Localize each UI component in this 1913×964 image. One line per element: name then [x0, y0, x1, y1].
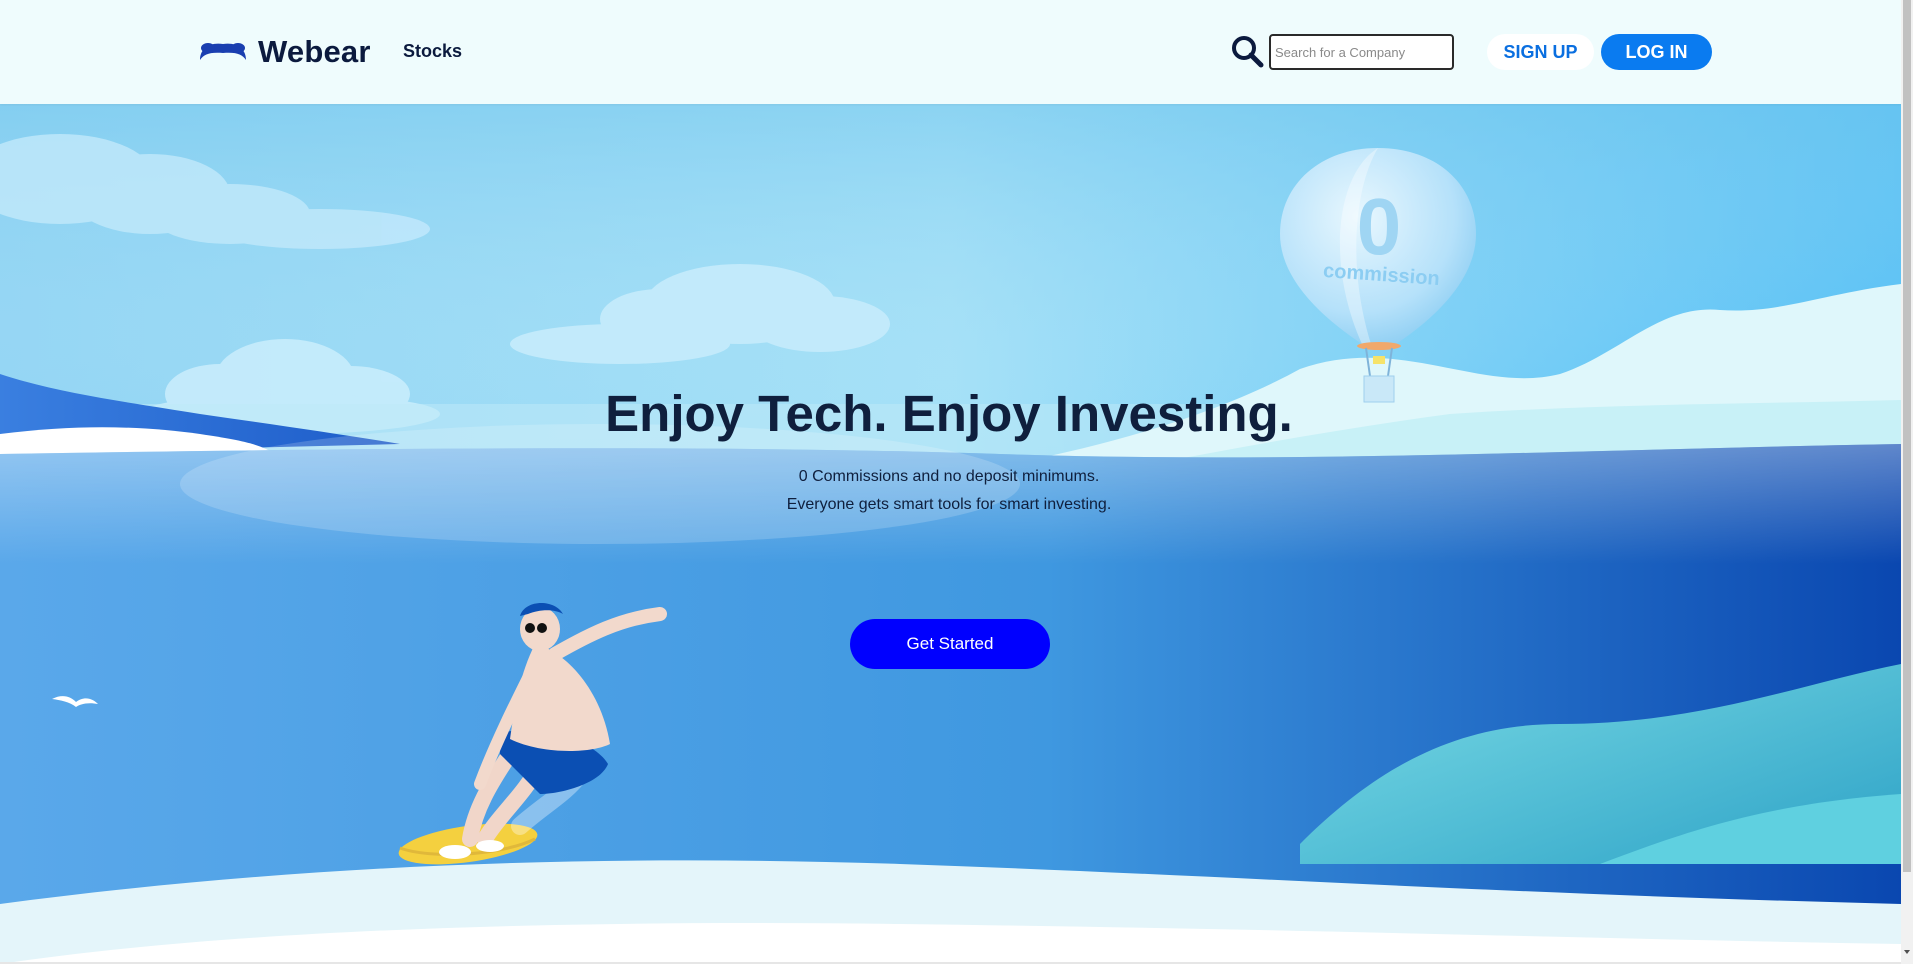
search-icon[interactable] — [1229, 33, 1265, 69]
log-in-button[interactable]: LOG IN — [1601, 34, 1712, 70]
bear-ears-logo-icon — [200, 43, 246, 60]
brand-logo-link[interactable]: Webear — [198, 34, 371, 70]
company-search-input[interactable] — [1269, 34, 1454, 70]
get-started-button[interactable]: Get Started — [850, 619, 1050, 669]
hero-subtitle-line-1: 0 Commissions and no deposit minimums. — [798, 468, 1100, 485]
hero-illustration — [0, 104, 1901, 964]
sign-up-button[interactable]: SIGN UP — [1487, 34, 1594, 70]
commission-balloon-illustration: 0 commission — [1280, 148, 1476, 403]
nav-link-stocks[interactable]: Stocks — [403, 41, 462, 62]
vertical-scrollbar[interactable] — [1901, 0, 1913, 964]
brand-name: Webear — [258, 34, 371, 69]
top-navbar: Webear Stocks SIGN UP LOG IN — [0, 0, 1901, 104]
scroll-down-arrow-icon[interactable] — [1904, 950, 1910, 954]
balloon-number: 0 — [1357, 182, 1402, 271]
scrollbar-thumb[interactable] — [1903, 0, 1911, 872]
page: Webear Stocks SIGN UP LOG IN — [0, 0, 1913, 964]
hero-section: 0 commission Enjoy Tech. Enjoy Investing… — [0, 104, 1901, 964]
hero-headline: Enjoy Tech. Enjoy Investing. — [605, 385, 1293, 442]
hero-subtitle-line-2: Everyone gets smart tools for smart inve… — [786, 496, 1112, 513]
